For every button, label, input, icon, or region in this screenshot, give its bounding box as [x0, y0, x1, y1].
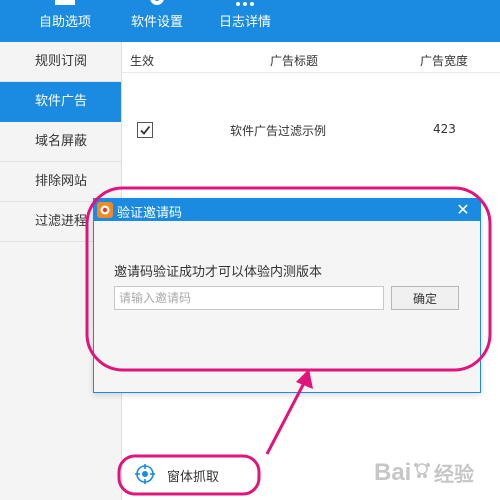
app-logo-icon [97, 202, 113, 218]
sidebar-item-software-ads[interactable]: 软件广告 [0, 82, 121, 122]
crosshair-icon [135, 464, 155, 484]
window-capture-button[interactable]: 窗体抓取 [135, 460, 245, 488]
capture-label: 窗体抓取 [167, 470, 220, 485]
svg-text:Bai: Bai [374, 459, 411, 486]
toolbar-log-details[interactable]: 日志详情 [210, 0, 280, 42]
watermark-logo: Bai 经验 [374, 459, 474, 486]
toolbar-label: 日志详情 [218, 15, 271, 30]
dialog-title-bar[interactable]: 验证邀请码 ✕ [94, 199, 480, 221]
box-icon [55, 0, 75, 5]
top-toolbar: 自助选项 软件设置 日志详情 [0, 0, 500, 42]
svg-text:经验: 经验 [434, 462, 474, 486]
gear-icon [150, 0, 164, 5]
dots-icon [236, 2, 254, 6]
table-cell-width: 423 [433, 122, 456, 136]
confirm-button[interactable]: 确定 [391, 286, 459, 310]
column-header-enabled[interactable]: 生效 [130, 52, 154, 69]
toolbar-self-help[interactable]: 自助选项 [30, 0, 100, 42]
sidebar-item-domain-block[interactable]: 域名屏蔽 [0, 122, 121, 162]
invite-code-input[interactable] [114, 286, 384, 310]
column-header-width[interactable]: 广告宽度 [420, 52, 468, 69]
table-cell-title: 软件广告过滤示例 [230, 124, 327, 138]
enabled-checkbox[interactable] [137, 122, 153, 138]
toolbar-settings[interactable]: 软件设置 [122, 0, 192, 42]
toolbar-label: 自助选项 [38, 15, 91, 30]
header-divider [122, 72, 500, 73]
baidu-jingyan-watermark: Bai 经验 [372, 452, 494, 492]
column-header-title[interactable]: 广告标题 [270, 52, 318, 69]
sidebar-item-rule-subscription[interactable]: 规则订阅 [0, 42, 121, 82]
sidebar-item-exclude-sites[interactable]: 排除网站 [0, 162, 121, 202]
check-icon [140, 125, 151, 135]
dialog-title: 验证邀请码 [117, 206, 183, 221]
close-icon[interactable]: ✕ [454, 201, 472, 219]
toolbar-label: 软件设置 [130, 15, 183, 30]
dialog-message: 邀请码验证成功才可以体验内测版本 [114, 265, 323, 280]
invite-code-dialog: 验证邀请码 ✕ 邀请码验证成功才可以体验内测版本 确定 [93, 198, 481, 393]
